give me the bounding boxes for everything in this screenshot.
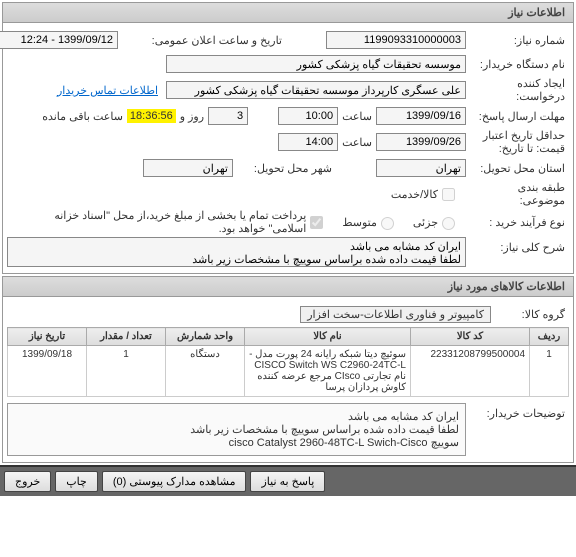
group-label: گروه کالا: — [491, 308, 569, 321]
deliver-pl-field — [376, 159, 466, 177]
valid-date-field — [376, 133, 466, 151]
saat-label-2: ساعت — [338, 136, 376, 149]
announce-label: تاریخ و ساعت اعلان عمومی: — [118, 34, 286, 47]
th-row: ردیف — [530, 328, 569, 346]
need-no-field — [326, 31, 466, 49]
group-badge: کامپیوتر و فناوری اطلاعات-سخت افزار — [300, 306, 491, 323]
buyer-field — [166, 55, 466, 73]
cell-name: سوئیچ دیتا شبکه رایانه 24 پورت مدل -CISC… — [245, 346, 411, 397]
th-qty: تعداد / مقدار — [87, 328, 166, 346]
opt-mid-radio — [381, 217, 394, 230]
buy-type-label: نوع فرآیند خرید : — [466, 216, 569, 229]
th-date: تاریخ نیاز — [8, 328, 87, 346]
goods-service-check: کالا/خدمت — [391, 185, 458, 204]
opt-mid-check: متوسط — [342, 214, 397, 230]
reply-deadline-label: مهلت ارسال پاسخ: — [466, 110, 569, 123]
table-header-row: ردیف کد کالا نام کالا واحد شمارش تعداد /… — [8, 328, 569, 346]
need-no-label: شماره نیاز: — [466, 34, 569, 47]
attachments-button[interactable]: مشاهده مدارک پیوستی (0) — [102, 471, 247, 492]
table-row[interactable]: 1 22331208799500004 سوئیچ دیتا شبکه رایا… — [8, 346, 569, 397]
creator-label: ایجاد کننده درخواست: — [466, 77, 569, 103]
exit-button[interactable]: خروج — [4, 471, 51, 492]
deliver-pl-label: استان محل تحویل: — [466, 162, 569, 175]
announce-field — [0, 31, 118, 49]
deliver-city-label: شهر محل تحویل: — [233, 162, 336, 175]
budget-label: طبقه بندی موضوعی: — [466, 181, 569, 207]
opt-pay-check: پرداخت تمام یا بخشی از مبلغ خرید،از محل … — [15, 209, 326, 235]
goods-info-panel: اطلاعات کالاهای مورد نیاز گروه کالا: کام… — [2, 276, 574, 463]
cell-unit: دستگاه — [166, 346, 245, 397]
goods-checkbox — [442, 188, 455, 201]
need-info-header: اطلاعات نیاز — [3, 3, 573, 23]
cell-row: 1 — [530, 346, 569, 397]
goods-info-header: اطلاعات کالاهای مورد نیاز — [3, 277, 573, 297]
cell-date: 1399/09/18 — [8, 346, 87, 397]
days-field — [208, 107, 248, 125]
th-name: نام کالا — [245, 328, 411, 346]
print-button[interactable]: چاپ — [55, 471, 98, 492]
th-unit: واحد شمارش — [166, 328, 245, 346]
cell-code: 22331208799500004 — [411, 346, 530, 397]
buyer-contact-link[interactable]: اطلاعات تماس خریدار — [57, 84, 158, 97]
goods-table: ردیف کد کالا نام کالا واحد شمارش تعداد /… — [7, 327, 569, 397]
cell-qty: 1 — [87, 346, 166, 397]
opt-pay-checkbox — [310, 216, 323, 229]
deliver-city-field — [143, 159, 233, 177]
remain-label: ساعت باقی مانده — [38, 110, 127, 123]
creator-field — [166, 81, 466, 99]
opt-low-radio — [442, 217, 455, 230]
need-info-panel: اطلاعات نیاز شماره نیاز: تاریخ و ساعت اع… — [2, 2, 574, 274]
th-code: کد کالا — [411, 328, 530, 346]
saat-label-1: ساعت — [338, 110, 376, 123]
buyer-label: نام دستگاه خریدار: — [466, 58, 569, 71]
summary-label: شرح کلی نیاز: — [466, 237, 569, 254]
reply-date-field — [376, 107, 466, 125]
rooz-label: روز و — [176, 110, 208, 123]
opt-low-check: جزئی — [413, 214, 458, 230]
button-bar: خروج چاپ مشاهده مدارک پیوستی (0) پاسخ به… — [0, 465, 576, 496]
buyer-desc-box: ایران کد مشابه می باشد لطفا قیمت داده شد… — [7, 403, 466, 456]
valid-time-field — [278, 133, 338, 151]
buyer-desc-label: توضیحات خریدار: — [466, 403, 569, 420]
valid-label: حداقل تاریخ اعتبار قیمت: تا تاریخ: — [466, 129, 569, 155]
reply-button[interactable]: پاسخ به نیاز — [250, 471, 325, 492]
reply-time-field — [278, 107, 338, 125]
countdown-value: 18:36:56 — [127, 109, 176, 123]
summary-textarea — [7, 237, 466, 267]
